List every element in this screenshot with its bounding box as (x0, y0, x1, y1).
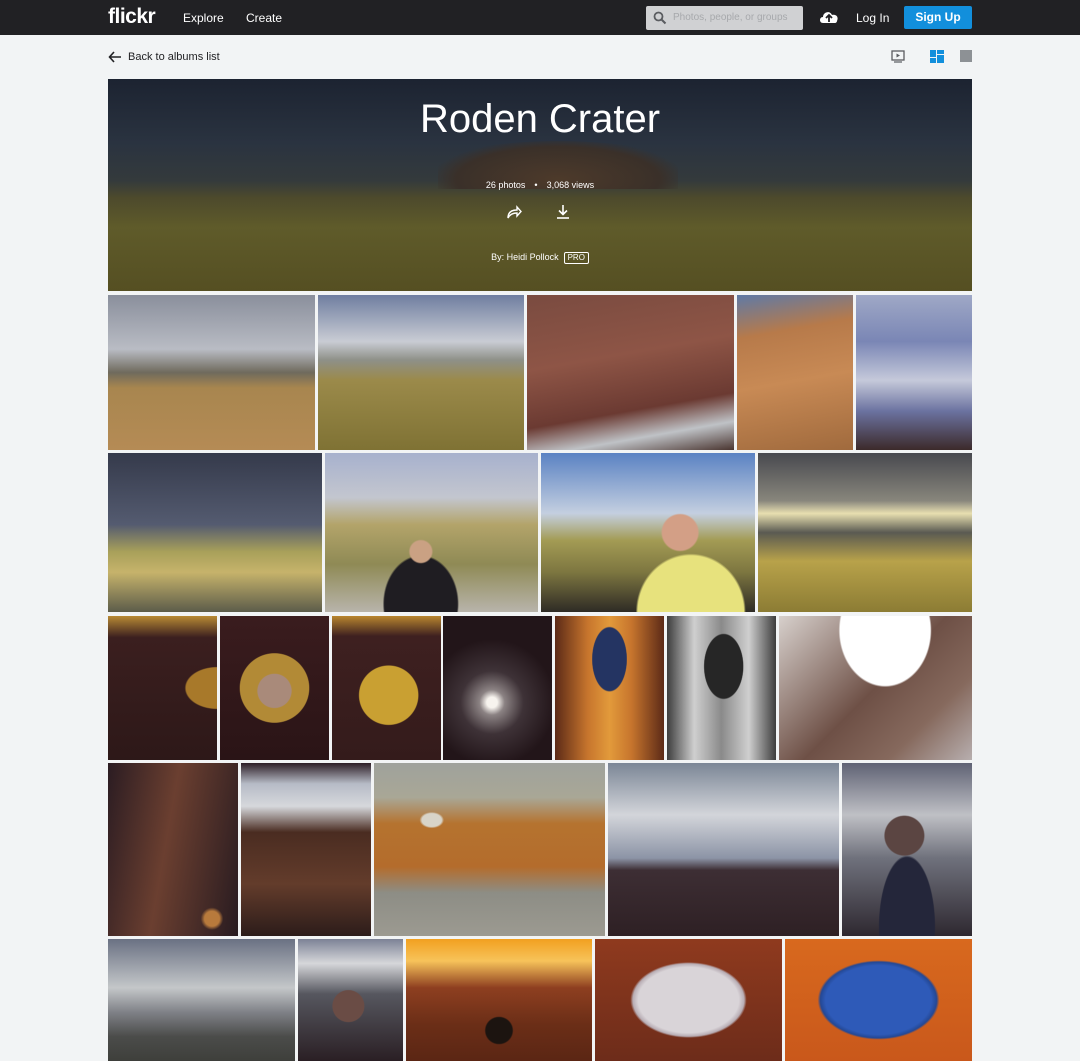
photo-grid (0, 0, 1080, 1061)
photo-tile-storm-field[interactable] (108, 453, 322, 612)
photo-tile-landscape-cloudy-wide[interactable] (318, 295, 524, 450)
photo-tile-orange-dome-interior[interactable] (406, 939, 592, 1061)
photo-tile-golden-field-storm[interactable] (758, 453, 972, 612)
photo-tile-dark-room-circle[interactable] (332, 616, 441, 760)
photo-tile-orange-corridor-oval[interactable] (555, 616, 664, 760)
photo-tile-grey-cloud-horizon[interactable] (608, 763, 839, 936)
photo-tile-red-wall-shadow[interactable] (737, 295, 853, 450)
photo-tile-dark-corner-wall[interactable] (108, 763, 238, 936)
photo-tile-hazy-field[interactable] (108, 939, 295, 1061)
photo-tile-blue-oval-orange[interactable] (785, 939, 972, 1061)
photo-tile-grey-corridor-oval[interactable] (667, 616, 776, 760)
photo-tile-woman-portrait-dusk[interactable] (298, 939, 403, 1061)
photo-tile-woman-portrait-sky[interactable] (842, 763, 972, 936)
photo-tile-woman-portrait-halo[interactable] (220, 616, 329, 760)
photo-tile-red-hillside-cars[interactable] (527, 295, 734, 450)
photo-tile-cloudy-sky-dark[interactable] (856, 295, 972, 450)
photo-tile-tunnel-light[interactable] (443, 616, 552, 760)
photo-tile-dark-interior-arch[interactable] (108, 616, 217, 760)
photo-tile-stair-ceiling[interactable] (779, 616, 972, 760)
photo-tile-white-oval-red[interactable] (595, 939, 782, 1061)
photo-tile-woman-portrait-field[interactable] (325, 453, 538, 612)
photo-tile-orange-crater-path[interactable] (374, 763, 605, 936)
photo-tile-landscape-grey-sky[interactable] (108, 295, 315, 450)
photo-tile-man-portrait-field[interactable] (541, 453, 755, 612)
photo-tile-sky-opening-wall[interactable] (241, 763, 371, 936)
